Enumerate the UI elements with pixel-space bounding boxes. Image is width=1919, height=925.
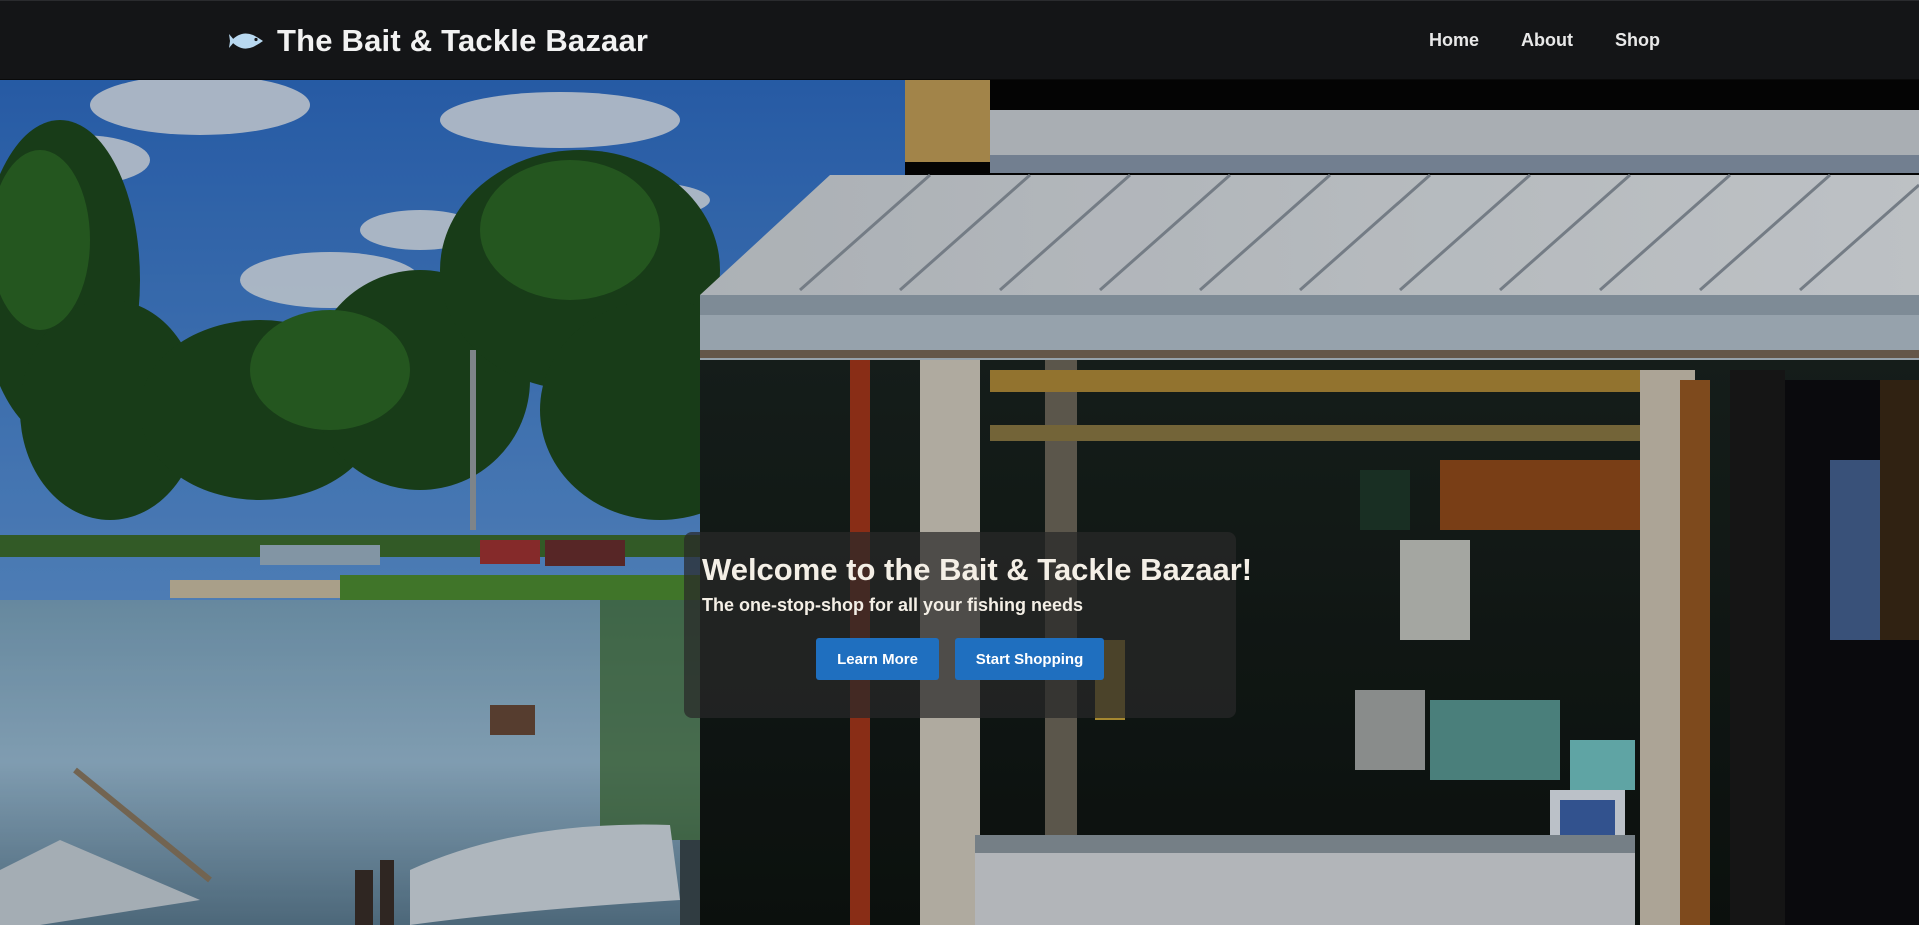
brand-name: The Bait & Tackle Bazaar xyxy=(277,23,649,58)
fish-icon xyxy=(229,29,265,53)
hero-title: Welcome to the Bait & Tackle Bazaar! xyxy=(702,552,1253,587)
main-nav: Home About Shop xyxy=(1429,30,1660,51)
hero-subtitle: The one-stop-shop for all your fishing n… xyxy=(702,595,1084,615)
hero-background-image xyxy=(0,80,1919,925)
brand-link[interactable]: The Bait & Tackle Bazaar xyxy=(229,21,648,61)
learn-more-button[interactable]: Learn More xyxy=(816,638,939,680)
hero-buttons: Learn More Start Shopping xyxy=(816,638,1104,680)
navbar: The Bait & Tackle Bazaar Home About Shop xyxy=(0,0,1919,80)
nav-link-shop[interactable]: Shop xyxy=(1615,30,1660,51)
hero-card: Welcome to the Bait & Tackle Bazaar! The… xyxy=(684,532,1253,718)
nav-link-home[interactable]: Home xyxy=(1429,30,1479,51)
hero-section: Welcome to the Bait & Tackle Bazaar! The… xyxy=(0,80,1919,925)
start-shopping-button[interactable]: Start Shopping xyxy=(955,638,1104,680)
nav-link-about[interactable]: About xyxy=(1521,30,1573,51)
